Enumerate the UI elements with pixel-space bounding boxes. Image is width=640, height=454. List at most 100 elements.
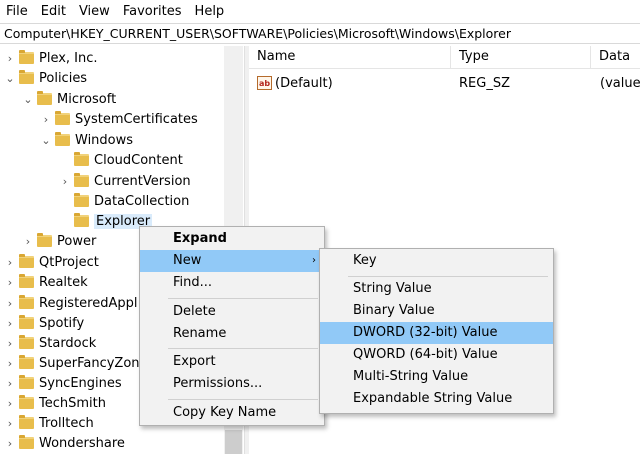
tree-item-datacollection[interactable]: DataCollection bbox=[59, 191, 189, 211]
menu-edit[interactable]: Edit bbox=[35, 4, 73, 19]
menu-favorites[interactable]: Favorites bbox=[117, 4, 189, 19]
submenu-item-key[interactable]: Key bbox=[320, 250, 553, 272]
tree-item-label: SystemCertificates bbox=[75, 111, 198, 127]
tree-item-label: Plex, Inc. bbox=[39, 50, 98, 66]
menu-item-permissions[interactable]: Permissions... bbox=[140, 373, 324, 395]
chevron-down-icon[interactable]: ⌄ bbox=[4, 68, 16, 88]
tree-item-windows[interactable]: ⌄ Windows bbox=[40, 130, 133, 150]
folder-icon bbox=[19, 335, 34, 349]
column-header-name[interactable]: Name bbox=[249, 46, 451, 68]
tree-item-registeredappl[interactable]: › RegisteredAppl bbox=[4, 293, 138, 313]
tree-item-stardock[interactable]: › Stardock bbox=[4, 333, 96, 353]
chevron-right-icon[interactable]: › bbox=[4, 373, 16, 393]
chevron-right-icon[interactable]: › bbox=[40, 109, 52, 129]
menu-item-new-label: New bbox=[173, 253, 202, 268]
folder-icon bbox=[19, 70, 34, 84]
tree-expander bbox=[59, 191, 71, 211]
tree-item-label: Microsoft bbox=[57, 91, 117, 107]
menu-help[interactable]: Help bbox=[189, 4, 232, 19]
chevron-right-icon[interactable]: › bbox=[4, 353, 16, 373]
folder-icon bbox=[74, 193, 89, 207]
menu-view[interactable]: View bbox=[73, 4, 117, 19]
folder-icon bbox=[37, 233, 52, 247]
tree-item-cloudcontent[interactable]: CloudContent bbox=[59, 150, 183, 170]
tree-expander bbox=[59, 211, 71, 231]
tree-item-label: TechSmith bbox=[39, 395, 106, 411]
chevron-right-icon[interactable]: › bbox=[4, 48, 16, 68]
menu-bar: File Edit View Favorites Help bbox=[0, 0, 640, 22]
menu-file[interactable]: File bbox=[0, 4, 35, 19]
chevron-right-icon[interactable]: › bbox=[22, 231, 34, 251]
submenu-item-dword[interactable]: DWORD (32-bit) Value bbox=[320, 322, 553, 344]
column-header-data[interactable]: Data bbox=[591, 46, 640, 68]
folder-icon bbox=[74, 173, 89, 187]
tree-item-microsoft[interactable]: ⌄ Microsoft bbox=[22, 89, 116, 109]
chevron-right-icon[interactable]: › bbox=[4, 252, 16, 272]
tree-item-label: CurrentVersion bbox=[94, 173, 191, 189]
tree-item-label: SuperFancyZone bbox=[39, 355, 148, 371]
menu-item-new[interactable]: New › bbox=[140, 250, 324, 272]
menu-item-find[interactable]: Find... bbox=[140, 272, 324, 294]
values-header: Name Type Data bbox=[249, 46, 640, 69]
folder-icon bbox=[74, 152, 89, 166]
submenu-item-multi-string[interactable]: Multi-String Value bbox=[320, 366, 553, 388]
chevron-right-icon[interactable]: › bbox=[4, 413, 16, 433]
tree-item-systemcertificates[interactable]: › SystemCertificates bbox=[40, 109, 198, 129]
tree-item-currentversion[interactable]: › CurrentVersion bbox=[59, 171, 191, 191]
value-type: REG_SZ bbox=[459, 75, 510, 91]
tree-scrollbar-thumb[interactable] bbox=[225, 430, 242, 454]
column-header-type[interactable]: Type bbox=[451, 46, 591, 68]
new-submenu: Key String Value Binary Value DWORD (32-… bbox=[319, 248, 554, 414]
chevron-down-icon[interactable]: ⌄ bbox=[40, 130, 52, 150]
menu-item-rename[interactable]: Rename bbox=[140, 323, 324, 345]
folder-icon bbox=[55, 111, 70, 125]
chevron-right-icon[interactable]: › bbox=[4, 272, 16, 292]
folder-icon bbox=[74, 213, 89, 227]
menu-separator bbox=[168, 298, 318, 299]
tree-item-techsmith[interactable]: › TechSmith bbox=[4, 393, 106, 413]
string-value-icon: ab bbox=[257, 76, 272, 90]
tree-item-superfancyzone[interactable]: › SuperFancyZone bbox=[4, 353, 148, 373]
chevron-right-icon: › bbox=[312, 255, 316, 266]
tree-item-power[interactable]: › Power bbox=[22, 231, 96, 251]
chevron-right-icon[interactable]: › bbox=[4, 293, 16, 313]
folder-icon bbox=[37, 91, 52, 105]
value-name: (Default) bbox=[275, 75, 333, 91]
tree-item-label: DataCollection bbox=[94, 193, 190, 209]
chevron-right-icon[interactable]: › bbox=[4, 433, 16, 453]
tree-item-policies[interactable]: ⌄ Policies bbox=[4, 68, 87, 88]
submenu-item-expandable-string[interactable]: Expandable String Value bbox=[320, 388, 553, 410]
tree-item-plex[interactable]: › Plex, Inc. bbox=[4, 48, 98, 68]
address-bar[interactable]: Computer\HKEY_CURRENT_USER\SOFTWARE\Poli… bbox=[0, 23, 640, 44]
tree-item-spotify[interactable]: › Spotify bbox=[4, 313, 84, 333]
tree-item-label: RegisteredAppl bbox=[39, 295, 138, 311]
tree-item-trolltech[interactable]: › Trolltech bbox=[4, 413, 94, 433]
submenu-item-string[interactable]: String Value bbox=[320, 278, 553, 300]
tree-expander bbox=[59, 150, 71, 170]
submenu-item-qword[interactable]: QWORD (64-bit) Value bbox=[320, 344, 553, 366]
folder-icon bbox=[19, 435, 34, 449]
menu-separator bbox=[168, 399, 318, 400]
folder-icon bbox=[19, 375, 34, 389]
context-menu: Expand New › Find... Delete Rename Expor… bbox=[139, 226, 325, 426]
tree-item-label: Stardock bbox=[39, 335, 97, 351]
menu-item-expand[interactable]: Expand bbox=[140, 228, 324, 250]
chevron-right-icon[interactable]: › bbox=[4, 333, 16, 353]
tree-item-realtek[interactable]: › Realtek bbox=[4, 272, 88, 292]
chevron-down-icon[interactable]: ⌄ bbox=[22, 89, 34, 109]
chevron-right-icon[interactable]: › bbox=[4, 393, 16, 413]
value-row[interactable]: ab (Default) REG_SZ (value bbox=[249, 73, 640, 93]
tree-item-syncengines[interactable]: › SyncEngines bbox=[4, 373, 122, 393]
chevron-right-icon[interactable]: › bbox=[59, 171, 71, 191]
menu-item-export[interactable]: Export bbox=[140, 351, 324, 373]
submenu-item-binary[interactable]: Binary Value bbox=[320, 300, 553, 322]
folder-icon bbox=[19, 295, 34, 309]
menu-item-copy-key-name[interactable]: Copy Key Name bbox=[140, 402, 324, 424]
tree-item-label: Power bbox=[57, 233, 97, 249]
menu-item-delete[interactable]: Delete bbox=[140, 301, 324, 323]
chevron-right-icon[interactable]: › bbox=[4, 313, 16, 333]
menu-separator bbox=[168, 348, 318, 349]
tree-item-qtproject[interactable]: › QtProject bbox=[4, 252, 99, 272]
tree-item-wondershare[interactable]: › Wondershare bbox=[4, 433, 125, 453]
menu-separator bbox=[348, 276, 548, 277]
